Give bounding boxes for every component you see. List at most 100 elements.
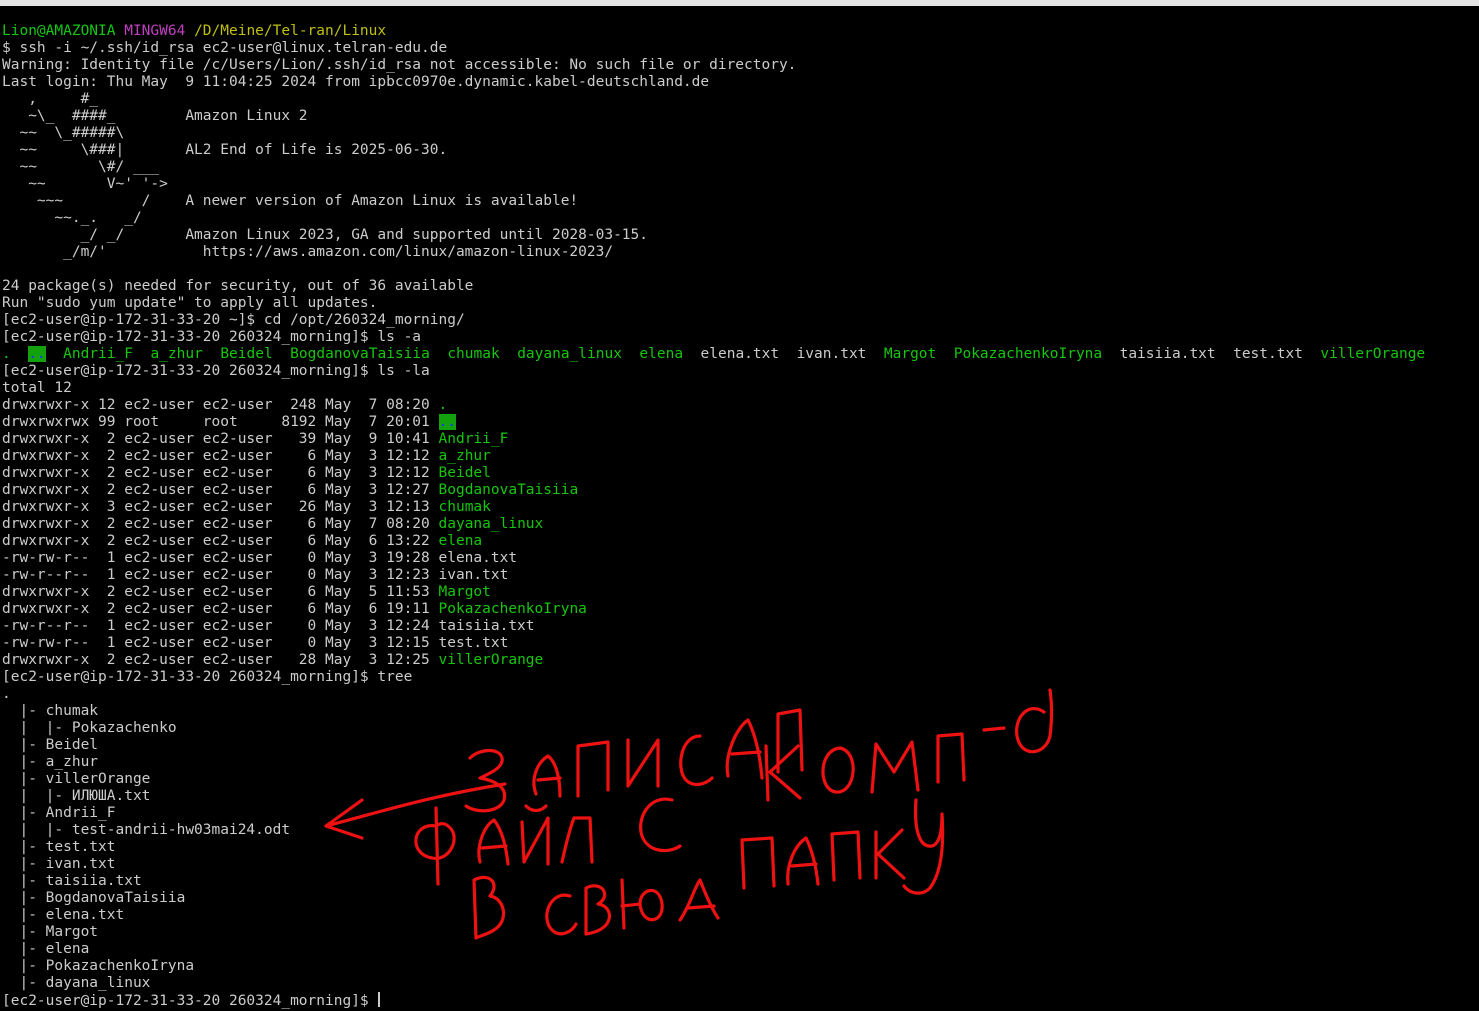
terminal-line: total 12 [2, 380, 1425, 397]
terminal-line: |- a_zhur [2, 754, 1425, 771]
terminal-line: drwxrwxr-x 3 ec2-user ec2-user 26 May 3 … [2, 499, 1425, 516]
terminal-text: Last login: Thu May 9 11:04:25 2024 from… [2, 74, 710, 90]
terminal-text: | |- test-andrii-hw03mai24.odt [2, 822, 291, 838]
terminal-line: |- test.txt [2, 839, 1425, 856]
terminal-line: |- villerOrange [2, 771, 1425, 788]
terminal-text: ~~ \###| AL2 End of Life is 2025-06-30. [2, 142, 448, 158]
terminal-line: 24 package(s) needed for security, out o… [2, 278, 1425, 295]
terminal-line: $ ssh -i ~/.ssh/id_rsa ec2-user@linux.te… [2, 40, 1425, 57]
terminal-line: ~~ \_#####\ [2, 125, 1425, 142]
terminal-line: drwxrwxr-x 2 ec2-user ec2-user 39 May 9 … [2, 431, 1425, 448]
terminal-line: drwxrwxr-x 2 ec2-user ec2-user 6 May 5 1… [2, 584, 1425, 601]
terminal-line: |- PokazachenkoIryna [2, 958, 1425, 975]
terminal-line: Last login: Thu May 9 11:04:25 2024 from… [2, 74, 1425, 91]
terminal-text: drwxrwxr-x 2 ec2-user ec2-user 6 May 5 1… [2, 584, 439, 600]
terminal-text: drwxrwxrwx 99 root root 8192 May 7 20:01 [2, 414, 439, 430]
terminal-text: ~~ V~' '-> [2, 176, 168, 192]
terminal-line: |- Andrii_F [2, 805, 1425, 822]
terminal-line: drwxrwxr-x 2 ec2-user ec2-user 6 May 7 0… [2, 516, 1425, 533]
terminal-text: drwxrwxr-x 2 ec2-user ec2-user 6 May 3 1… [2, 448, 439, 464]
terminal-line: |- dayana_linux [2, 975, 1425, 992]
terminal-line: |- elena.txt [2, 907, 1425, 924]
terminal-text: elena.txt ivan.txt [683, 346, 884, 362]
terminal-line: [ec2-user@ip-172-31-33-20 260324_morning… [2, 992, 1425, 1009]
terminal-line: _/m/' https://aws.amazon.com/linux/amazo… [2, 244, 1425, 261]
terminal-text: chumak [438, 499, 491, 515]
terminal-text: |- elena.txt [2, 907, 125, 923]
terminal-text: _/ _/ Amazon Linux 2023, GA and supporte… [2, 227, 649, 243]
terminal-line: drwxrwxr-x 12 ec2-user ec2-user 248 May … [2, 397, 1425, 414]
terminal-text: ~~ \#/ ___ [2, 159, 160, 175]
terminal-text: | |- ИЛЮША.txt [2, 788, 151, 804]
terminal-text: |- PokazachenkoIryna [2, 958, 195, 974]
terminal-text: Andrii_F [438, 431, 509, 447]
terminal-text: |- Margot [2, 924, 99, 940]
terminal-text: |- villerOrange [2, 771, 151, 787]
terminal-text: . [2, 686, 11, 702]
terminal-text: a_zhur [438, 448, 491, 464]
terminal-text: PokazachenkoIryna [953, 346, 1103, 362]
terminal-line: _/ _/ Amazon Linux 2023, GA and supporte… [2, 227, 1425, 244]
terminal-text: [ec2-user@ip-172-31-33-20 260324_morning… [2, 993, 378, 1009]
terminal-text: Run "sudo yum update" to apply all updat… [2, 295, 378, 311]
terminal-line: [ec2-user@ip-172-31-33-20 260324_morning… [2, 363, 1425, 380]
terminal-line: |- chumak [2, 703, 1425, 720]
terminal-text: |- a_zhur [2, 754, 99, 770]
terminal-line: , #_ [2, 91, 1425, 108]
terminal-text: elena [639, 346, 684, 362]
terminal-text: Beidel [438, 465, 491, 481]
terminal-line: |- elena [2, 941, 1425, 958]
terminal-line: . .. Andrii_F a_zhur Beidel BogdanovaTai… [2, 346, 1425, 363]
window-top-strip [0, 0, 1479, 6]
terminal-text: drwxrwxr-x 2 ec2-user ec2-user 39 May 9 … [2, 431, 439, 447]
terminal-line: drwxrwxr-x 2 ec2-user ec2-user 6 May 6 1… [2, 533, 1425, 550]
terminal-line: [ec2-user@ip-172-31-33-20 260324_morning… [2, 669, 1425, 686]
terminal-line: |- Beidel [2, 737, 1425, 754]
terminal-line: ~\_ ####_ Amazon Linux 2 [2, 108, 1425, 125]
terminal-line: | |- ИЛЮША.txt [2, 788, 1425, 805]
terminal-line: [ec2-user@ip-172-31-33-20 260324_morning… [2, 329, 1425, 346]
terminal-text: $ ssh -i ~/.ssh/id_rsa ec2-user@linux.te… [2, 40, 448, 56]
terminal-line: Run "sudo yum update" to apply all updat… [2, 295, 1425, 312]
terminal-text: |- chumak [2, 703, 99, 719]
terminal-text: [ec2-user@ip-172-31-33-20 ~]$ cd /opt/26… [2, 312, 465, 328]
terminal-text: drwxrwxr-x 2 ec2-user ec2-user 6 May 7 0… [2, 516, 439, 532]
terminal-text: MINGW64 [124, 23, 195, 39]
terminal-text: -rw-r--r-- 1 ec2-user ec2-user 0 May 3 1… [2, 618, 535, 634]
terminal-line: |- Margot [2, 924, 1425, 941]
terminal-text: drwxrwxr-x 3 ec2-user ec2-user 26 May 3 … [2, 499, 439, 515]
terminal-text: elena [438, 533, 483, 549]
terminal-text: . [2, 346, 11, 362]
terminal-text: -rw-rw-r-- 1 ec2-user ec2-user 0 May 3 1… [2, 635, 509, 651]
terminal-text: villerOrange [1320, 346, 1426, 362]
terminal-line: ~~ V~' '-> [2, 176, 1425, 193]
terminal-text: [ec2-user@ip-172-31-33-20 260324_morning… [2, 363, 430, 379]
terminal-line: |- taisiia.txt [2, 873, 1425, 890]
terminal-text: dayana_linux [517, 346, 622, 362]
terminal-text: BogdanovaTaisiia [290, 346, 430, 362]
terminal-line: Lion@AMAZONIA MINGW64 /D/Meine/Tel-ran/L… [2, 23, 1425, 40]
terminal-line: |- BogdanovaTaisiia [2, 890, 1425, 907]
terminal-window[interactable]: Lion@AMAZONIA MINGW64 /D/Meine/Tel-ran/L… [0, 0, 1479, 1011]
terminal-line: ~~._. _/ [2, 210, 1425, 227]
terminal-text: Lion@AMAZONIA [2, 23, 125, 39]
terminal-line: | |- test-andrii-hw03mai24.odt [2, 822, 1425, 839]
terminal-line: drwxrwxr-x 2 ec2-user ec2-user 6 May 3 1… [2, 448, 1425, 465]
terminal-line: -rw-rw-r-- 1 ec2-user ec2-user 0 May 3 1… [2, 550, 1425, 567]
terminal-text: 24 package(s) needed for security, out o… [2, 278, 474, 294]
terminal-text: .. [438, 414, 456, 430]
terminal-line: drwxrwxr-x 2 ec2-user ec2-user 6 May 3 1… [2, 465, 1425, 482]
terminal-text: Beidel [220, 346, 273, 362]
terminal-line: ~~~ / A newer version of Amazon Linux is… [2, 193, 1425, 210]
terminal-text: PokazachenkoIryna [438, 601, 587, 617]
terminal-text: taisiia.txt test.txt [1102, 346, 1321, 362]
